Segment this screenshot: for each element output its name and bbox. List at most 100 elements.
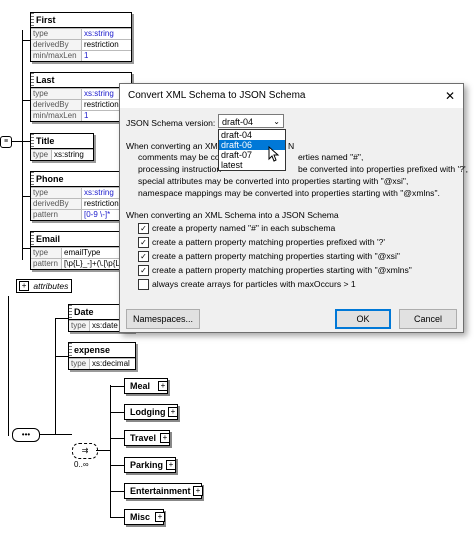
option-label-3[interactable]: create a pattern property matching prope… <box>152 251 400 261</box>
prop-value: xs:string <box>54 150 84 159</box>
option-checkbox-4[interactable]: ✓ <box>138 265 149 276</box>
element-email[interactable]: Email type emailType pattern [\p{L}_-]+(\.… <box>30 231 132 270</box>
prop-key: type <box>31 29 82 39</box>
element-misc-name: Misc <box>130 512 151 522</box>
options-heading: When converting an XML Schema into a JSO… <box>126 210 339 220</box>
connector-line <box>55 356 56 434</box>
prop-value: emailType <box>64 248 101 257</box>
intro-line-1-tail: N <box>288 141 295 151</box>
connector-line <box>55 318 56 356</box>
prop-value: [0-9 \-]* <box>84 210 111 219</box>
prop-key: min/maxLen <box>31 51 82 61</box>
prop-key: derivedBy <box>31 40 82 50</box>
element-travel-name: Travel <box>130 433 157 443</box>
prop-value: restriction <box>84 100 119 109</box>
connector-line <box>110 386 124 387</box>
prop-key: min/maxLen <box>31 111 82 121</box>
option-label-4[interactable]: create a pattern property matching prope… <box>152 265 412 275</box>
prop-value: restriction <box>84 199 119 208</box>
prop-value: xs:decimal <box>92 359 130 368</box>
option-checkbox-5[interactable] <box>138 279 149 290</box>
element-title-name: Title <box>36 136 55 146</box>
element-first[interactable]: First type xs:string derivedBy restriction… <box>30 12 132 62</box>
element-parking-name: Parking <box>130 460 164 470</box>
mouse-pointer-icon <box>268 146 280 162</box>
connector-line <box>110 491 124 492</box>
intro-line-3: processing instruction <box>138 164 222 174</box>
ok-button[interactable]: OK <box>335 309 391 329</box>
choice-compositor-icon[interactable]: ⇉ <box>72 443 98 459</box>
element-first-name: First <box>36 15 56 25</box>
element-last[interactable]: Last type xs:string derivedBy restriction … <box>30 72 132 122</box>
connector-line <box>55 318 69 319</box>
expand-plus-icon[interactable]: + <box>166 460 176 470</box>
prop-key: type <box>69 321 90 331</box>
element-email-name: Email <box>36 234 61 244</box>
prop-value: 1 <box>84 111 89 120</box>
connector-line <box>22 196 30 197</box>
expand-plus-icon[interactable]: + <box>160 433 170 443</box>
option-label-2[interactable]: create a pattern property matching prope… <box>152 237 385 247</box>
attributes-label: attributes <box>33 281 69 291</box>
element-expense-name: expense <box>74 345 111 355</box>
dialog-titlebar[interactable]: Convert XML Schema to JSON Schema ✕ <box>120 84 463 108</box>
expand-plus-icon[interactable]: + <box>19 281 29 291</box>
prop-value: xs:string <box>84 29 114 38</box>
connector-line <box>110 385 111 518</box>
element-expense[interactable]: expense type xs:decimal <box>68 342 136 370</box>
expand-plus-icon[interactable]: + <box>193 486 203 496</box>
prop-value: xs:date <box>92 321 118 330</box>
prop-key: pattern <box>31 259 62 269</box>
connector-line <box>96 450 110 451</box>
option-label-5[interactable]: always create arrays for particles with … <box>152 279 356 289</box>
connector-line <box>10 141 30 142</box>
prop-key: derivedBy <box>31 199 82 209</box>
close-icon[interactable]: ✕ <box>445 84 455 108</box>
connector-line <box>110 438 124 439</box>
element-date-name: Date <box>74 307 94 317</box>
convert-dialog: Convert XML Schema to JSON Schema ✕ JSON… <box>119 83 468 333</box>
prop-key: derivedBy <box>31 100 82 110</box>
intro-line-3-tail: be converted into properties prefixed wi… <box>298 164 468 174</box>
intro-line-2-tail: erties named "#", <box>298 152 364 162</box>
prop-key: type <box>31 89 82 99</box>
connector-line <box>36 434 72 435</box>
dialog-title: Convert XML Schema to JSON Schema <box>128 90 306 101</box>
expand-plus-icon[interactable]: + <box>155 512 165 522</box>
version-selected-value: draft-04 <box>222 117 254 127</box>
prop-value: xs:string <box>84 188 114 197</box>
prop-key: type <box>31 150 52 160</box>
element-title[interactable]: Title type xs:string <box>30 133 94 161</box>
attributes-toggle[interactable]: + attributes <box>16 279 72 293</box>
version-label: JSON Schema version: <box>126 118 216 128</box>
json-schema-version-select[interactable]: draft-04 ⌄ <box>218 114 284 128</box>
element-meal-name: Meal <box>130 381 151 391</box>
connector-line <box>110 517 124 518</box>
expand-plus-icon[interactable]: + <box>158 381 168 391</box>
connector-line <box>22 30 23 260</box>
sequence-icon: ≡ <box>0 136 12 148</box>
intro-line-2: comments may be con <box>138 152 225 162</box>
namespaces-button[interactable]: Namespaces... <box>126 309 200 329</box>
element-entertainment[interactable]: Entertainment <box>124 483 202 499</box>
option-label-1[interactable]: create a property named "#" in each subs… <box>152 223 335 233</box>
option-checkbox-3[interactable]: ✓ <box>138 251 149 262</box>
option-checkbox-2[interactable]: ✓ <box>138 237 149 248</box>
sequence-compositor-icon[interactable]: ••• <box>12 428 40 442</box>
element-phone-name: Phone <box>36 174 64 184</box>
prop-key: type <box>69 359 90 369</box>
occurrence-label: 0..∞ <box>74 460 89 469</box>
connector-line <box>22 40 30 41</box>
element-phone[interactable]: Phone type xs:string derivedBy restriction… <box>30 171 132 221</box>
cancel-button[interactable]: Cancel <box>399 309 457 329</box>
version-option[interactable]: draft-04 <box>219 130 285 140</box>
prop-value: 1 <box>84 51 89 60</box>
prop-key: pattern <box>31 210 82 220</box>
option-checkbox-1[interactable]: ✓ <box>138 223 149 234</box>
expand-plus-icon[interactable]: + <box>168 407 178 417</box>
connector-line <box>22 248 30 249</box>
prop-value: restriction <box>84 40 119 49</box>
element-last-name: Last <box>36 75 55 85</box>
connector-line <box>22 100 30 101</box>
connector-line <box>8 296 9 436</box>
